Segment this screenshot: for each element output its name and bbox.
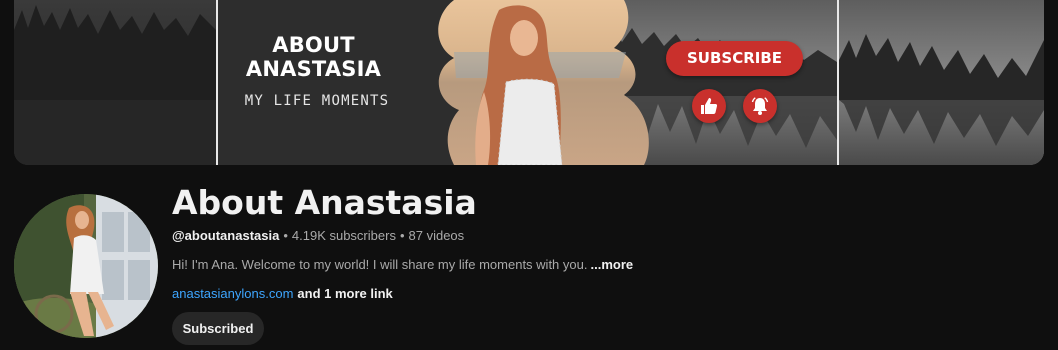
- description-text: Hi! I'm Ana. Welcome to my world! I will…: [172, 257, 588, 272]
- more-links-button[interactable]: and 1 more link: [297, 286, 392, 301]
- banner-subtitle: MY LIFE MOMENTS: [244, 93, 390, 109]
- banner-artwork: [14, 0, 1044, 165]
- bell-icon: [743, 89, 777, 123]
- meta-separator: •: [283, 228, 288, 243]
- video-count: 87 videos: [408, 228, 465, 243]
- channel-name: About Anastasia: [172, 183, 477, 222]
- channel-meta: @aboutanastasia • 4.19K subscribers • 87 vid…: [172, 227, 464, 245]
- channel-description[interactable]: Hi! I'm Ana. Welcome to my world! I will…: [172, 256, 633, 274]
- channel-banner: ABOUT ANASTASIA MY LIFE MOMENTS SUBSCRIB…: [14, 0, 1044, 165]
- channel-links: anastasianylons.com and 1 more link: [172, 285, 393, 303]
- banner-divider: [216, 0, 218, 165]
- description-more-button[interactable]: ...more: [590, 257, 633, 272]
- banner-title: ABOUT ANASTASIA: [236, 33, 391, 81]
- banner-divider: [837, 0, 839, 165]
- avatar-image: [14, 194, 158, 338]
- banner-title-line: ABOUT: [272, 33, 355, 57]
- banner-subscribe-graphic: SUBSCRIBE: [666, 41, 803, 76]
- thumbs-up-icon: [692, 89, 726, 123]
- subscribed-button[interactable]: Subscribed: [172, 312, 264, 345]
- channel-handle: @aboutanastasia: [172, 228, 280, 243]
- meta-separator: •: [399, 228, 405, 243]
- subscriber-count: 4.19K subscribers: [291, 228, 396, 243]
- channel-link[interactable]: anastasianylons.com: [172, 286, 293, 301]
- banner-title-line: ANASTASIA: [245, 57, 382, 81]
- channel-avatar[interactable]: [14, 194, 158, 338]
